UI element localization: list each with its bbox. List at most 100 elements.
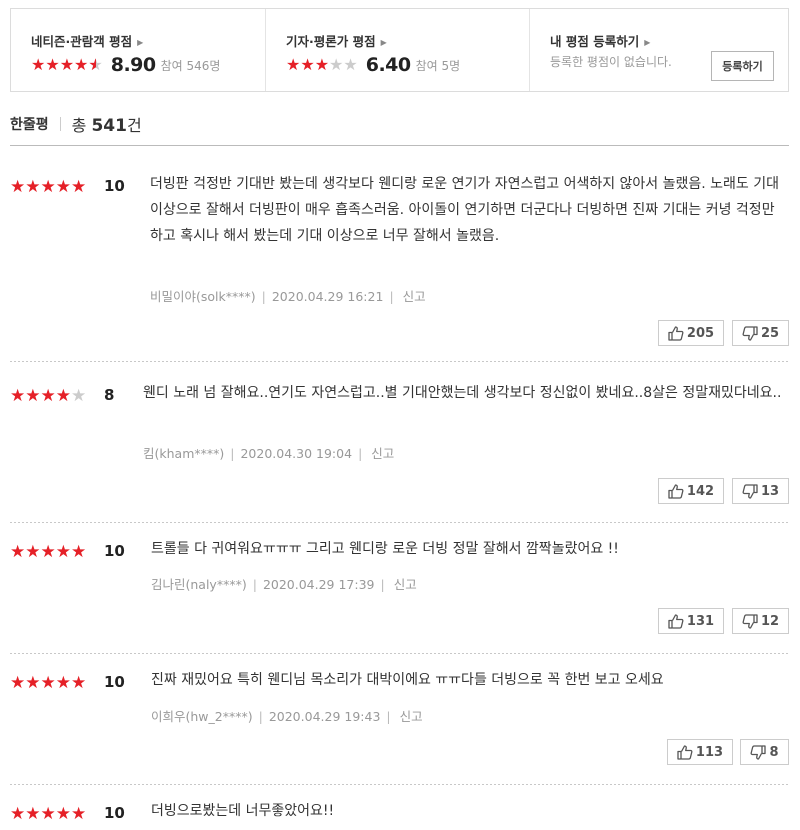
star-icon: ★ <box>71 542 87 562</box>
star-icon: ★ <box>55 542 71 562</box>
star-icon: ★ <box>55 177 71 197</box>
star-icon: ★ <box>59 55 75 74</box>
like-button[interactable]: 205 <box>658 320 724 346</box>
review-date: 2020.04.29 16:21 <box>271 289 384 304</box>
like-count: 142 <box>686 483 715 499</box>
thumbs-down-icon <box>750 744 767 760</box>
star-icon: ★ <box>25 177 41 197</box>
review-summary: 한줄평 총 541건 <box>10 112 142 136</box>
dislike-button[interactable]: 13 <box>732 478 789 504</box>
critic-score-panel: 기자·평론가 평점 ▶ ★ ★ ★ ★ ★ 6.40 참여 5명 <box>266 9 530 91</box>
review-author[interactable]: 이희우(hw_2****) <box>151 709 253 724</box>
report-link[interactable]: 신고 <box>371 446 394 461</box>
star-icon: ★ <box>31 55 46 74</box>
dislike-button[interactable]: 12 <box>732 608 789 634</box>
review-total: 총 541건 <box>72 112 142 136</box>
like-button[interactable]: 113 <box>667 739 733 765</box>
review-text: 웬디 노래 넘 잘해요..연기도 자연스럽고..별 기대안했는데 생각보다 정신… <box>143 385 782 401</box>
star-empty-icon: ★ <box>329 55 344 74</box>
review-meta: 이희우(hw_2****) | 2020.04.29 19:43 | 신고 <box>151 709 423 724</box>
netizen-score-value: 8.90 <box>110 54 156 76</box>
thumbs-up-icon <box>668 483 684 499</box>
thumbs-down-icon <box>742 325 758 341</box>
star-icon: ★ <box>55 804 71 824</box>
arrow-right-icon: ▶ <box>137 38 144 47</box>
dislike-button[interactable]: 8 <box>740 739 789 765</box>
thumbs-down-icon <box>742 483 758 499</box>
review-score: 8 <box>104 386 115 404</box>
review-author[interactable]: 킴(kham****) <box>143 446 224 461</box>
review-author[interactable]: 김나린(naly****) <box>151 577 247 592</box>
star-icon: ★ <box>40 804 56 824</box>
thumbs-down-icon <box>742 613 758 629</box>
review-meta: 비밀이야(solk****) | 2020.04.29 16:21 | 신고 <box>150 289 426 304</box>
star-icon: ★ <box>10 542 26 562</box>
star-icon: ★ <box>25 542 41 562</box>
review-score: 10 <box>104 177 125 195</box>
critic-score-title: 기자·평론가 평점 <box>286 34 376 49</box>
dislike-count: 12 <box>760 613 780 629</box>
critic-participants: 참여 5명 <box>415 58 461 73</box>
register-rating-button[interactable]: 등록하기 <box>711 51 774 81</box>
critic-score-title-link[interactable]: 기자·평론가 평점 ▶ <box>286 31 387 50</box>
dislike-button[interactable]: 25 <box>732 320 789 346</box>
review-divider <box>10 653 789 654</box>
star-icon: ★ <box>314 55 330 74</box>
netizen-score-panel: 네티즌·관람객 평점 ▶ ★ ★ ★ ★ ★ 8.90 참여 546명 <box>11 9 266 91</box>
star-icon: ★ <box>25 804 41 824</box>
my-score-description: 등록한 평점이 없습니다. <box>550 55 672 69</box>
like-count: 205 <box>686 325 715 341</box>
thumbs-up-icon <box>677 744 693 760</box>
star-icon: ★ <box>74 55 89 74</box>
review-total-prefix: 총 <box>71 116 92 135</box>
like-button[interactable]: 142 <box>658 478 724 504</box>
my-score-title: 내 평점 등록하기 <box>550 34 640 49</box>
critic-star-rating: ★ ★ ★ ★ ★ <box>286 57 358 73</box>
critic-score-value: 6.40 <box>365 54 411 76</box>
dislike-count: 8 <box>769 744 779 760</box>
star-icon: ★ <box>300 55 315 74</box>
thumbs-up-icon <box>668 325 684 341</box>
review-meta: 김나린(naly****) | 2020.04.29 17:39 | 신고 <box>151 577 417 592</box>
thumbs-up-icon <box>668 613 684 629</box>
arrow-right-icon: ▶ <box>380 38 387 47</box>
review-date: 2020.04.29 17:39 <box>262 577 375 592</box>
review-author[interactable]: 비밀이야(solk****) <box>150 289 256 304</box>
like-count: 113 <box>695 744 724 760</box>
star-icon: ★ <box>25 386 41 406</box>
half-star-icon: ★ <box>88 57 102 74</box>
star-icon: ★ <box>10 804 26 824</box>
report-link[interactable]: 신고 <box>403 289 426 304</box>
review-score: 10 <box>104 542 125 560</box>
summary-divider <box>10 145 789 146</box>
review-star-rating: ★ ★ ★ ★ ★ <box>10 543 86 561</box>
star-icon: ★ <box>10 673 26 693</box>
arrow-right-icon: ▶ <box>644 38 651 47</box>
netizen-star-rating: ★ ★ ★ ★ ★ <box>31 55 103 74</box>
review-divider <box>10 361 789 362</box>
like-button[interactable]: 131 <box>658 608 724 634</box>
review-divider <box>10 784 789 785</box>
star-icon: ★ <box>71 177 87 197</box>
my-score-title-link[interactable]: 내 평점 등록하기 ▶ <box>550 31 650 50</box>
review-star-rating: ★ ★ ★ ★ ★ <box>10 387 86 405</box>
star-icon: ★ <box>55 386 71 406</box>
star-icon: ★ <box>45 55 60 74</box>
star-icon: ★ <box>40 673 56 693</box>
review-star-rating: ★ ★ ★ ★ ★ <box>10 178 86 196</box>
dislike-count: 25 <box>760 325 780 341</box>
review-meta: 킴(kham****) | 2020.04.30 19:04 | 신고 <box>143 446 395 461</box>
like-count: 131 <box>686 613 715 629</box>
review-count: 541 <box>91 116 127 136</box>
review-text: 진짜 재밌어요 특히 웬디님 목소리가 대박이에요 ㅠㅠ다들 더빙으로 꼭 한번… <box>151 672 664 688</box>
report-link[interactable]: 신고 <box>400 709 423 724</box>
review-score: 10 <box>104 804 125 822</box>
review-text: 트롤들 다 귀여워요ㅠㅠㅠ 그리고 웬디랑 로운 더빙 정말 잘해서 깜짝놀랐어… <box>151 541 619 557</box>
dislike-count: 13 <box>760 483 780 499</box>
separator <box>59 117 61 131</box>
review-total-suffix: 건 <box>126 116 142 135</box>
report-link[interactable]: 신고 <box>394 577 417 592</box>
star-icon: ★ <box>40 542 56 562</box>
review-score: 10 <box>104 673 125 691</box>
netizen-score-title-link[interactable]: 네티즌·관람객 평점 ▶ <box>31 31 143 50</box>
